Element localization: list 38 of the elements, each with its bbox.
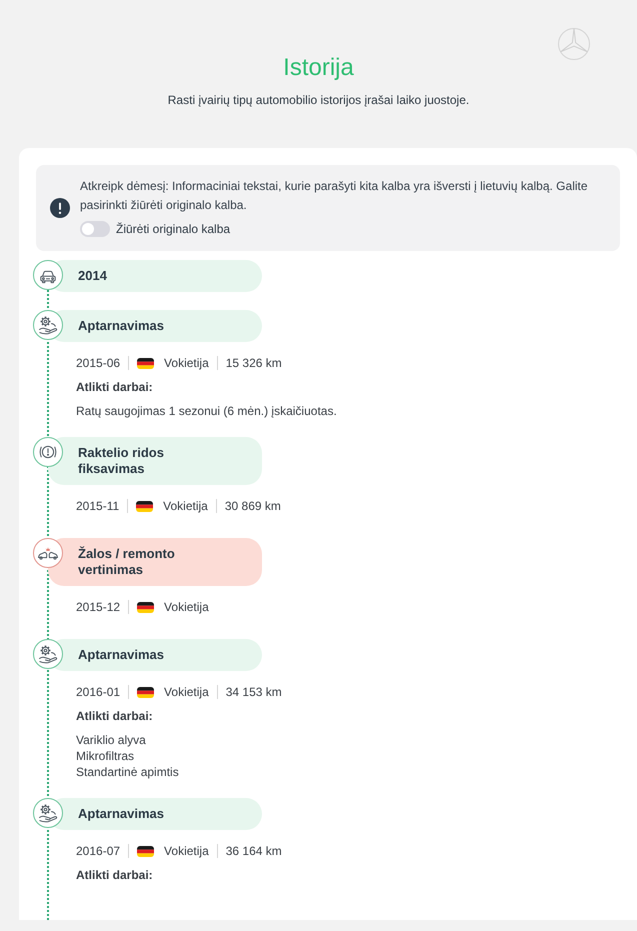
notice-text: Atkreipk dėmesį: Informaciniai tekstai, kurie parašyti kita kalba yra išversti į lietuvių kalbą. Galite pasirinkti žiūrėti originalo kalba. (80, 178, 589, 214)
work-item: Variklio alyva (76, 732, 147, 748)
event-country: Vokietija (163, 498, 208, 515)
event-banner: Žalos / remonto vertinimas (48, 538, 262, 586)
event-country: Vokietija (164, 355, 209, 372)
flag-icon (137, 602, 154, 612)
event-date: 2015-11 (76, 498, 120, 515)
flag-icon (137, 686, 154, 698)
event-country: Vokietija (164, 599, 209, 616)
toggle-label[interactable]: Žiūrėti originalo kalba (116, 220, 230, 238)
event-mileage: 15 326 km (226, 355, 282, 372)
event-country: Vokietija (164, 684, 209, 701)
flag-icon (136, 500, 154, 512)
event-date: 2015-06 (76, 355, 120, 372)
event-mileage: 36 164 km (226, 843, 282, 860)
work-item: Ratų saugojimas 1 sezonui (6 mėn.) įskaičiuotas. (76, 403, 338, 419)
warning-light-icon (33, 437, 63, 467)
event-mileage: 30 869 km (224, 498, 281, 515)
work-item: Standartinė apimtis (76, 764, 180, 780)
works-heading: Atlikti darbai: (76, 379, 154, 396)
event-date: 2015-12 (76, 599, 120, 616)
star-logo-icon (557, 27, 591, 61)
event-date: 2016-07 (76, 843, 120, 860)
works-heading: Atlikti darbai: (76, 708, 154, 725)
work-item: Mikrofiltras (76, 748, 136, 764)
works-heading: Atlikti darbai: (76, 867, 154, 884)
page-title: Istorija (283, 53, 354, 83)
car-crash-icon (33, 538, 63, 568)
event-banner: Raktelio ridos fiksavimas (48, 437, 262, 485)
flag-icon (137, 846, 154, 856)
page-subtitle: Rasti įvairių tipų automobilio istorijos įrašai laiko juostoje. (166, 92, 470, 109)
event-country: Vokietija (164, 843, 209, 860)
alert-icon (50, 198, 70, 218)
event-mileage: 34 153 km (226, 684, 282, 701)
car-icon (33, 260, 63, 290)
toggle-switch[interactable] (80, 221, 110, 237)
event-date: 2016-01 (76, 684, 120, 701)
flag-icon (137, 358, 154, 368)
